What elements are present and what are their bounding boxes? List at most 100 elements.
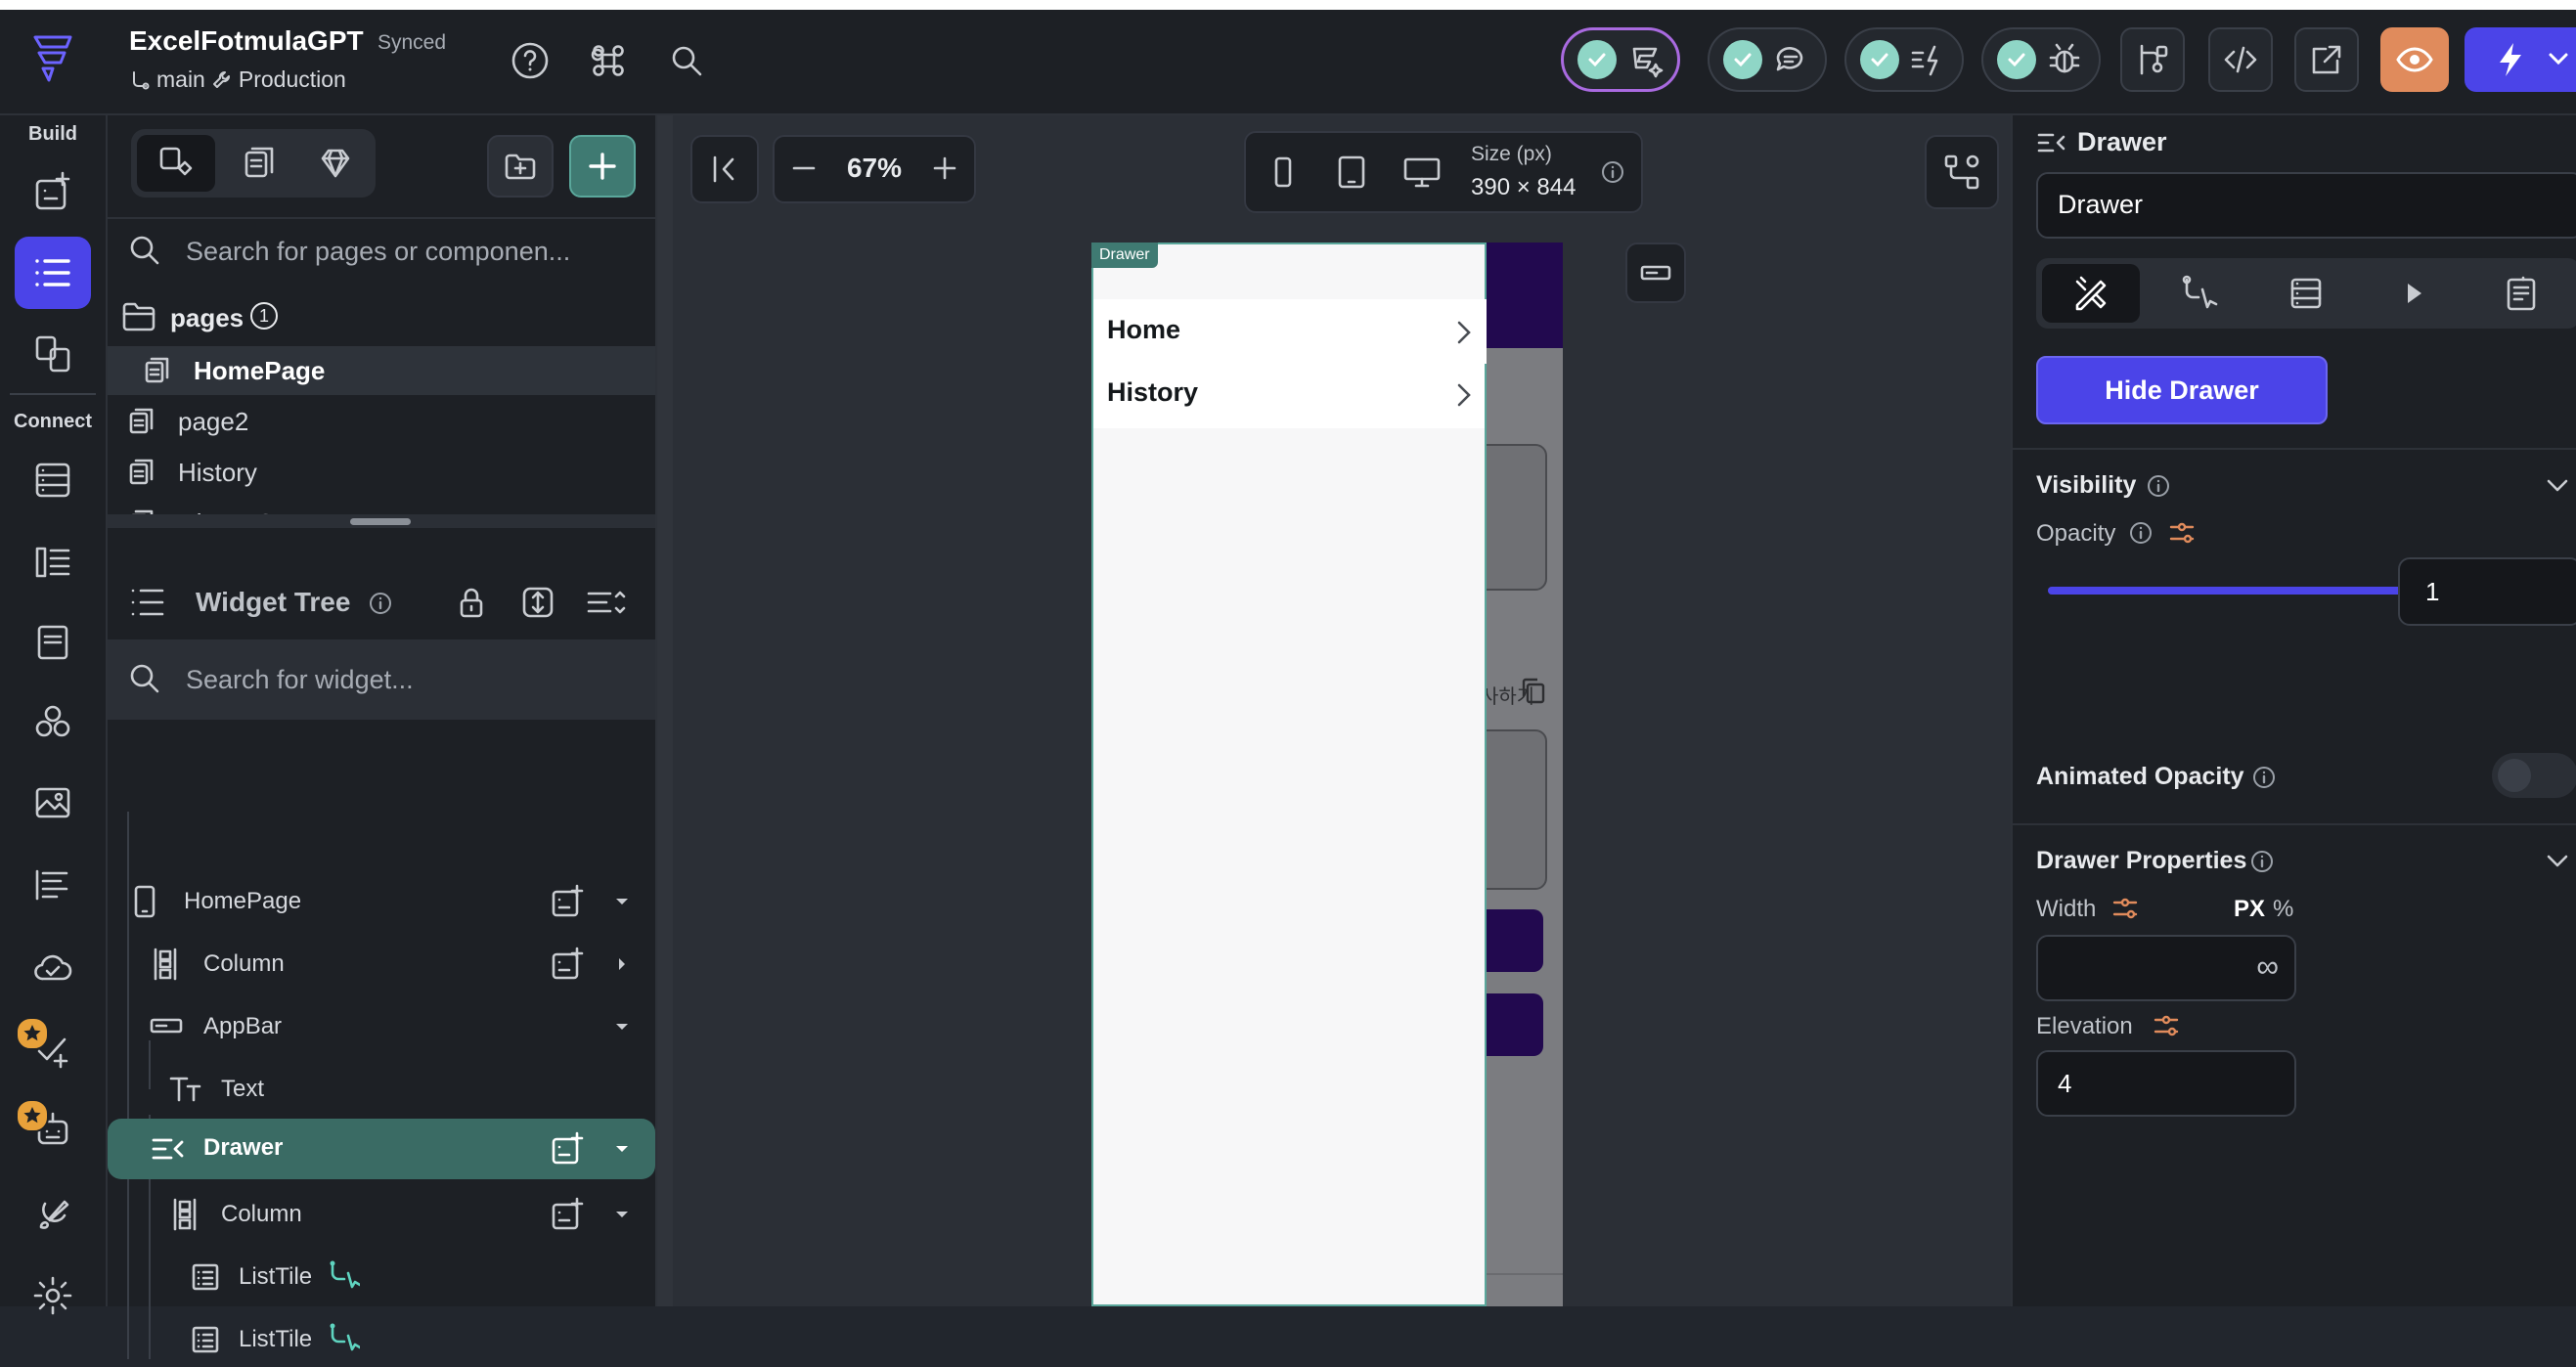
zoom-level[interactable]: 67% xyxy=(827,153,921,184)
tree-node-listtile[interactable]: ListTile xyxy=(108,1250,655,1304)
info-icon[interactable] xyxy=(2128,520,2154,546)
add-child-icon[interactable] xyxy=(550,947,585,982)
width-input[interactable]: ∞ xyxy=(2036,935,2296,1001)
add-child-icon[interactable] xyxy=(550,884,585,919)
drawer-item-home-row[interactable]: Home xyxy=(1093,299,1485,364)
size-value[interactable]: 390 × 844 xyxy=(1471,174,1576,201)
tree-node-column[interactable]: Column xyxy=(108,937,655,992)
flutterflow-logo-icon[interactable] xyxy=(23,29,82,88)
storage-nav-button[interactable] xyxy=(15,606,91,679)
zoom-out-icon[interactable] xyxy=(788,153,820,184)
design-nav-button[interactable] xyxy=(15,1179,91,1252)
phone-icon[interactable] xyxy=(1266,154,1301,190)
info-icon[interactable] xyxy=(368,591,393,616)
add-page-button[interactable] xyxy=(569,135,636,198)
pages-components-tab[interactable] xyxy=(137,135,215,192)
help-icon[interactable] xyxy=(511,41,550,80)
tab-documentation[interactable] xyxy=(2472,264,2570,323)
desktop-icon[interactable] xyxy=(1402,154,1442,190)
elevation-input[interactable]: 4 xyxy=(2036,1050,2296,1117)
caret-down-icon[interactable] xyxy=(612,1139,632,1159)
drawer-item-history[interactable]: History xyxy=(1093,364,1485,428)
tab-actions[interactable] xyxy=(2150,264,2247,323)
chevron-down-icon[interactable] xyxy=(2543,471,2572,501)
actions-check-pill[interactable] xyxy=(1844,27,1964,92)
page-selector-nav-button[interactable] xyxy=(15,317,91,389)
page-item-page2[interactable]: page2 xyxy=(108,397,655,446)
tree-node-drawer-selected[interactable]: Drawer xyxy=(108,1119,655,1179)
page-search-input[interactable]: Search for pages or componen... xyxy=(186,237,645,267)
command-icon[interactable] xyxy=(589,41,628,80)
toggle-appbar-button[interactable] xyxy=(1625,243,1686,303)
variable-settings-icon[interactable] xyxy=(2152,1011,2181,1040)
caret-down-icon[interactable] xyxy=(612,892,632,911)
caret-down-icon[interactable] xyxy=(612,1205,632,1224)
theme-nav-button[interactable] xyxy=(15,849,91,921)
expand-vertical-icon[interactable] xyxy=(520,585,555,620)
tree-node-appbar[interactable]: AppBar xyxy=(108,999,655,1054)
info-icon[interactable] xyxy=(2251,765,2277,790)
action-flow-icon[interactable] xyxy=(327,1322,360,1355)
widget-search-input[interactable]: Search for widget... xyxy=(186,665,414,695)
new-folder-button[interactable] xyxy=(487,135,554,198)
agent-check-pill[interactable] xyxy=(1561,27,1680,92)
add-child-icon[interactable] xyxy=(550,1131,585,1167)
tree-node-column-2[interactable]: Column xyxy=(108,1187,655,1242)
widget-search-bar[interactable]: Search for widget... xyxy=(108,639,655,720)
page-item-homepage[interactable]: HomePage xyxy=(108,346,655,395)
opacity-slider-track[interactable] xyxy=(2048,578,2432,603)
caret-down-icon[interactable] xyxy=(612,1017,632,1036)
add-widget-nav-button[interactable] xyxy=(15,156,91,229)
info-icon[interactable] xyxy=(2146,473,2171,499)
chevron-down-icon[interactable] xyxy=(2543,847,2572,876)
search-icon[interactable] xyxy=(667,41,706,80)
api-calls-nav-button[interactable] xyxy=(15,526,91,598)
widget-tree-nav-button[interactable] xyxy=(15,237,91,309)
collapse-options-icon[interactable] xyxy=(585,585,626,620)
media-assets-nav-button[interactable] xyxy=(15,767,91,839)
preview-button[interactable] xyxy=(2380,27,2449,92)
run-button[interactable] xyxy=(2465,27,2576,92)
tree-node-listtile-2[interactable]: ListTile xyxy=(108,1312,655,1367)
zoom-in-icon[interactable] xyxy=(929,153,960,184)
custom-code-nav-button[interactable] xyxy=(15,686,91,759)
comments-check-pill[interactable] xyxy=(1708,27,1827,92)
open-external-button[interactable] xyxy=(2294,27,2359,92)
pages-folder-label[interactable]: pages xyxy=(170,303,244,333)
widget-outline-button[interactable] xyxy=(1925,135,1999,209)
tree-node-homepage[interactable]: HomePage xyxy=(108,874,655,929)
add-child-icon[interactable] xyxy=(550,1197,585,1232)
variable-settings-icon[interactable] xyxy=(2110,894,2140,923)
drawer-preview[interactable]: Home History xyxy=(1091,243,1487,1306)
animated-opacity-toggle[interactable] xyxy=(2492,753,2576,798)
info-icon[interactable] xyxy=(2249,849,2275,874)
settings-nav-button[interactable] xyxy=(15,1259,91,1332)
hide-drawer-button[interactable]: Hide Drawer xyxy=(2036,356,2328,424)
unit-px-option[interactable]: PX xyxy=(2234,896,2265,923)
variable-settings-icon[interactable] xyxy=(2167,518,2197,548)
firestore-nav-button[interactable] xyxy=(15,444,91,516)
unit-percent-option[interactable]: % xyxy=(2273,896,2293,923)
tab-properties[interactable] xyxy=(2042,264,2140,323)
project-name[interactable]: ExcelFotmulaGPT xyxy=(129,25,364,57)
tree-node-text[interactable]: Text xyxy=(108,1062,655,1117)
tablet-icon[interactable] xyxy=(1334,154,1369,190)
tab-backend-query[interactable] xyxy=(2257,264,2355,323)
caret-right-icon[interactable] xyxy=(612,954,632,974)
opacity-input[interactable]: 1 xyxy=(2398,557,2576,626)
tab-animations[interactable] xyxy=(2365,264,2463,323)
branch-indicator[interactable]: main Production xyxy=(129,66,346,93)
page-item-history[interactable]: History xyxy=(108,448,655,497)
lock-icon[interactable] xyxy=(454,585,489,620)
components-tab[interactable] xyxy=(299,135,372,192)
info-icon[interactable] xyxy=(1600,159,1625,185)
pages-tab[interactable] xyxy=(223,135,295,192)
debug-check-pill[interactable] xyxy=(1981,27,2101,92)
collapse-panel-button[interactable] xyxy=(690,135,759,203)
resize-handle[interactable] xyxy=(350,518,411,525)
widget-name-field[interactable]: Drawer xyxy=(2036,172,2576,239)
cloud-nav-button[interactable] xyxy=(15,931,91,1003)
action-flow-icon[interactable] xyxy=(327,1259,360,1293)
view-code-button[interactable] xyxy=(2208,27,2273,92)
branching-button[interactable] xyxy=(2120,27,2185,92)
